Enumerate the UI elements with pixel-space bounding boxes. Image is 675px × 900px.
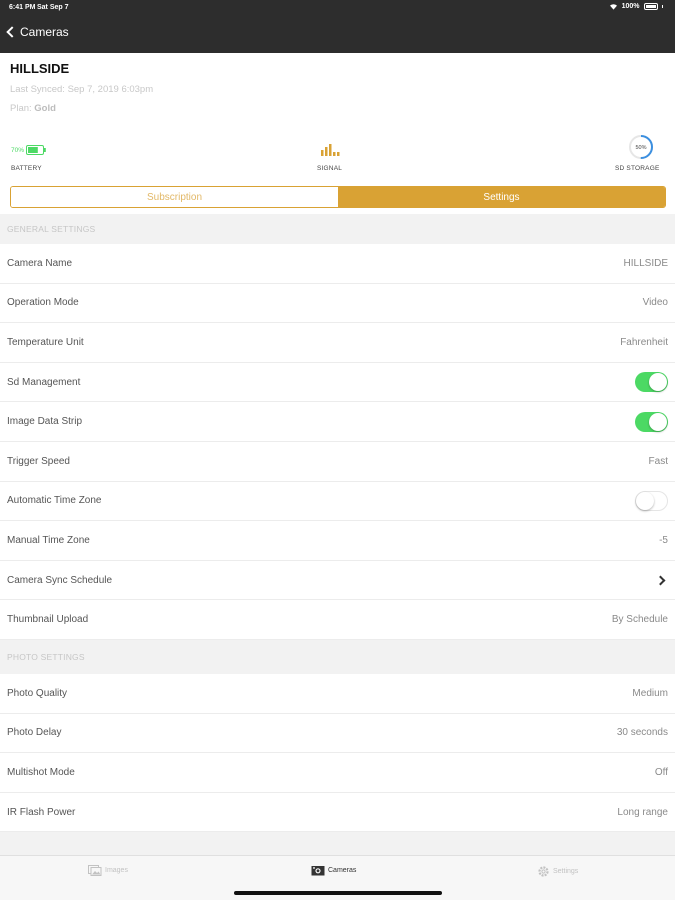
- row-label: Manual Time Zone: [7, 534, 90, 546]
- last-synced: Last Synced: Sep 7, 2019 6:03pm: [10, 84, 153, 95]
- battery-label: BATTERY: [11, 165, 42, 172]
- status-time: 6:41 PM: [9, 4, 36, 11]
- signal-label: SIGNAL: [317, 165, 343, 172]
- settings-row-automatic-time-zone[interactable]: Automatic Time Zone: [0, 481, 675, 522]
- toggle-knob: [649, 373, 667, 392]
- camera-title: HILLSIDE: [10, 61, 70, 76]
- wifi-icon: [609, 4, 617, 10]
- photo-settings-rows: Photo Quality Medium Photo Delay 30 seconds…: [0, 673, 675, 833]
- row-value: Fahrenheit: [620, 336, 668, 348]
- row-label: Operation Mode: [7, 297, 79, 309]
- row-value: Video: [642, 297, 668, 309]
- last-synced-value: Sep 7, 2019 6:03pm: [67, 84, 154, 95]
- gear-icon: [538, 866, 549, 877]
- settings-row-photo-quality[interactable]: Photo Quality Medium: [0, 673, 675, 714]
- row-label: Trigger Speed: [7, 455, 70, 467]
- back-button[interactable]: Cameras: [5, 25, 69, 39]
- plan: Plan: Gold: [10, 103, 56, 114]
- row-value: 30 seconds: [616, 727, 668, 739]
- sd-storage-label: SD STORAGE: [615, 165, 660, 172]
- home-indicator: [234, 891, 442, 895]
- settings-row-camera-name[interactable]: Camera Name HILLSIDE: [0, 244, 675, 284]
- toggle-switch[interactable]: [635, 411, 668, 432]
- settings-row-thumbnail-upload[interactable]: Thumbnail Upload By Schedule: [0, 600, 675, 640]
- status-right: 100%: [609, 3, 663, 10]
- row-value: Fast: [648, 455, 668, 467]
- settings-list: GENERAL SETTINGS Camera Name HILLSIDE Oper…: [0, 214, 675, 877]
- status-bar: 6:41 PM Sat Sep 7 100%: [0, 0, 675, 16]
- chevron-right-icon: [655, 575, 666, 585]
- settings-row-ir-flash-power[interactable]: IR Flash Power Long range: [0, 792, 675, 833]
- sd-storage-ring: 50%: [629, 135, 653, 159]
- camera-icon: [311, 866, 325, 876]
- back-label: Cameras: [20, 25, 69, 39]
- settings-row-image-data-strip[interactable]: Image Data Strip: [0, 402, 675, 442]
- row-label: Photo Delay: [7, 727, 62, 739]
- plan-label: Plan:: [10, 103, 32, 114]
- battery-icon: [643, 3, 658, 10]
- settings-row-multishot-mode[interactable]: Multishot Mode Off: [0, 753, 675, 793]
- row-value: -5: [659, 534, 668, 546]
- row-value: HILLSIDE: [623, 257, 668, 269]
- plan-value: Gold: [34, 103, 56, 114]
- tab-cameras-label: Cameras: [328, 867, 357, 874]
- settings-row-temperature-unit[interactable]: Temperature Unit Fahrenheit: [0, 323, 675, 363]
- battery-level-icon: [26, 145, 46, 155]
- row-label: Camera Name: [7, 257, 73, 269]
- status-date: Sat Sep 7: [37, 4, 69, 11]
- toggle-knob: [636, 491, 654, 510]
- row-value: Medium: [632, 687, 668, 699]
- settings-row-trigger-speed[interactable]: Trigger Speed Fast: [0, 441, 675, 482]
- chevron-left-icon: [6, 26, 18, 38]
- settings-row-operation-mode[interactable]: Operation Mode Video: [0, 283, 675, 324]
- last-synced-label: Last Synced:: [10, 84, 65, 95]
- tab-images-label: Images: [105, 867, 128, 874]
- tab-subscription[interactable]: Subscription: [11, 187, 338, 207]
- toggle-switch[interactable]: [635, 490, 668, 511]
- section-general-settings: GENERAL SETTINGS: [0, 214, 675, 244]
- battery-tip: [661, 5, 663, 8]
- signal-icon: [321, 144, 340, 156]
- segmented-control: Subscription Settings: [10, 186, 666, 208]
- row-label: Photo Quality: [7, 687, 68, 699]
- settings-row-photo-delay[interactable]: Photo Delay 30 seconds: [0, 713, 675, 754]
- settings-row-sd-management[interactable]: Sd Management: [0, 362, 675, 403]
- row-label: Image Data Strip: [7, 416, 83, 428]
- row-label: Automatic Time Zone: [7, 495, 102, 507]
- battery-percent-status: 100%: [621, 3, 640, 10]
- row-label: Thumbnail Upload: [7, 614, 89, 626]
- settings-row-manual-time-zone[interactable]: Manual Time Zone -5: [0, 521, 675, 561]
- row-label: Camera Sync Schedule: [7, 574, 113, 586]
- sd-percent: 50%: [635, 145, 646, 151]
- tab-settings[interactable]: Settings: [537, 865, 578, 878]
- row-value: By Schedule: [611, 614, 668, 626]
- battery-percent: 70%: [11, 146, 25, 154]
- tab-settings-segment[interactable]: Settings: [338, 187, 665, 207]
- row-label: Temperature Unit: [7, 336, 84, 348]
- settings-row-camera-sync-schedule[interactable]: Camera Sync Schedule: [0, 560, 675, 601]
- section-photo-settings: PHOTO SETTINGS: [0, 639, 675, 674]
- tab-images[interactable]: Images: [88, 865, 128, 876]
- row-label: Sd Management: [7, 376, 81, 388]
- toggle-switch[interactable]: [635, 372, 668, 393]
- battery-stat: 70%: [11, 145, 46, 155]
- toggle-knob: [649, 412, 667, 431]
- row-label: IR Flash Power: [7, 806, 76, 818]
- row-value: Long range: [617, 806, 668, 818]
- row-label: Multishot Mode: [7, 766, 75, 778]
- nav-bar: Cameras: [0, 16, 675, 53]
- images-icon: [88, 865, 102, 876]
- general-settings-rows: Camera Name HILLSIDE Operation Mode Video Te…: [0, 244, 675, 640]
- row-value: Off: [654, 766, 668, 778]
- tab-settings-label: Settings: [553, 868, 579, 875]
- tab-cameras[interactable]: Cameras: [311, 865, 356, 876]
